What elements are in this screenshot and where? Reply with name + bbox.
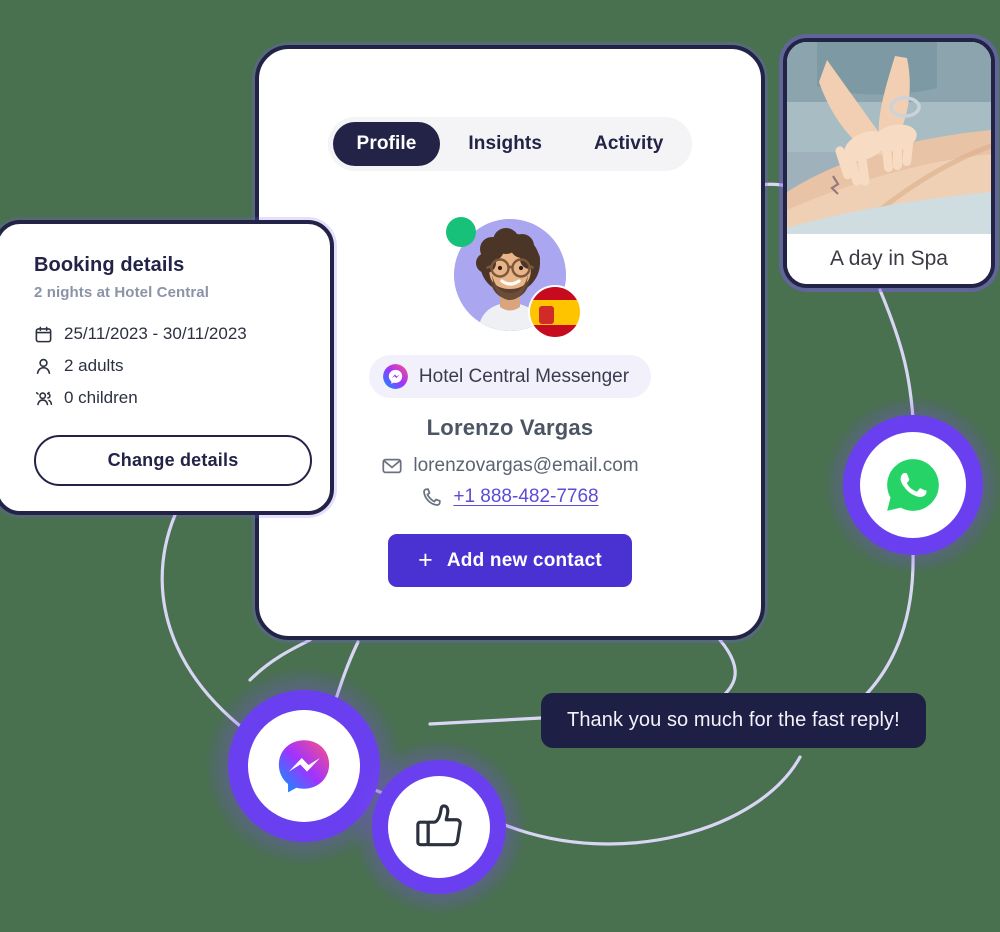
envelope-icon (382, 458, 402, 474)
booking-subtitle: 2 nights at Hotel Central (34, 284, 210, 301)
change-details-button[interactable]: Change details (34, 435, 312, 486)
spa-promo-card[interactable]: A day in Spa (783, 38, 995, 288)
messenger-icon (382, 364, 408, 389)
online-status-dot (446, 217, 476, 247)
channel-badge-label: Hotel Central Messenger (418, 365, 630, 387)
spa-caption: A day in Spa (787, 234, 991, 284)
contact-email: lorenzovargas@email.com (413, 455, 639, 476)
tab-activity[interactable]: Activity (570, 122, 687, 166)
whatsapp-orb[interactable] (825, 397, 1000, 573)
tab-profile[interactable]: Profile (332, 122, 441, 166)
booking-details-card: Booking details 2 nights at Hotel Centra… (0, 220, 334, 515)
chat-message-bubble: Thank you so much for the fast reply! (541, 693, 926, 748)
channel-badge: Hotel Central Messenger (368, 355, 652, 398)
group-icon (35, 391, 53, 405)
booking-dates: 25/11/2023 - 30/11/2023 (64, 324, 247, 343)
add-new-contact-button[interactable]: + Add new contact (388, 534, 632, 587)
orb-disc (388, 776, 490, 878)
phone-icon (423, 488, 442, 506)
illustration-stage: Profile Insights Activity Hotel Central … (0, 0, 1000, 932)
booking-dates-row: 25/11/2023 - 30/11/2023 (34, 324, 300, 344)
spa-photo (787, 42, 991, 238)
booking-adults-row: 2 adults (34, 356, 300, 376)
whatsapp-icon (887, 459, 939, 511)
booking-adults: 2 adults (64, 356, 124, 375)
thumbs-up-icon (416, 804, 462, 847)
like-orb[interactable] (352, 740, 526, 914)
tab-insights[interactable]: Insights (444, 122, 566, 166)
contact-email-row: lorenzovargas@email.com (381, 455, 639, 477)
booking-children: 0 children (64, 388, 138, 407)
booking-title: Booking details (34, 254, 185, 276)
spain-flag-icon (530, 287, 580, 337)
contact-phone-row: +1 888-482-7768 (421, 486, 599, 508)
calendar-icon (35, 326, 52, 342)
profile-tabs: Profile Insights Activity (327, 117, 693, 171)
plus-icon: + (418, 546, 433, 574)
orb-disc (248, 710, 360, 822)
avatar (446, 217, 580, 337)
contact-name: Lorenzo Vargas (426, 415, 594, 440)
person-icon (36, 358, 51, 374)
orb-disc (860, 432, 966, 538)
contact-phone-link[interactable]: +1 888-482-7768 (453, 486, 598, 508)
booking-detail-list: 25/11/2023 - 30/11/2023 2 adults 0 child… (34, 324, 300, 408)
add-new-contact-label: Add new contact (446, 549, 602, 571)
messenger-icon (278, 740, 330, 793)
booking-children-row: 0 children (34, 388, 300, 408)
